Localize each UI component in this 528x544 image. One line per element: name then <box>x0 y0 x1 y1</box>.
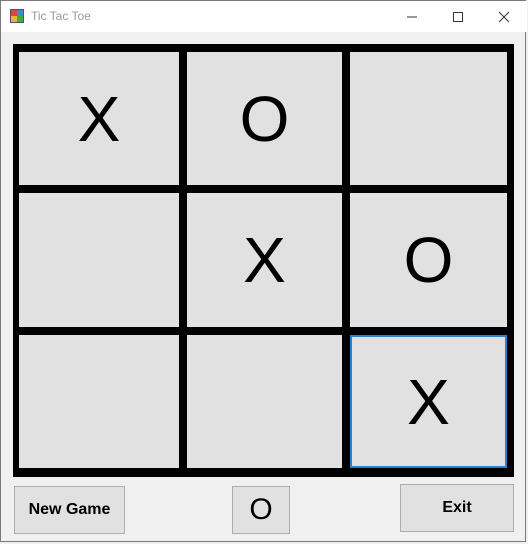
cell-6[interactable] <box>19 335 179 468</box>
cell-3[interactable] <box>19 193 179 327</box>
app-icon <box>10 9 24 23</box>
cell-8[interactable]: X <box>350 335 507 468</box>
close-icon <box>498 11 510 22</box>
window-title: Tic Tac Toe <box>31 9 91 23</box>
close-button[interactable] <box>481 1 527 32</box>
exit-button[interactable]: Exit <box>400 484 514 532</box>
maximize-icon <box>453 11 463 22</box>
cell-1[interactable]: O <box>187 52 342 185</box>
minimize-button[interactable] <box>389 1 435 32</box>
cell-2[interactable] <box>350 52 507 185</box>
cell-7[interactable] <box>187 335 342 468</box>
maximize-button[interactable] <box>435 1 481 32</box>
current-turn-button[interactable]: O <box>232 486 290 534</box>
title-bar[interactable]: Tic Tac Toe <box>1 1 527 32</box>
cell-5[interactable]: O <box>350 193 507 327</box>
new-game-button[interactable]: New Game <box>14 486 125 534</box>
cell-0[interactable]: X <box>19 52 179 185</box>
game-board: X O X O X <box>13 44 514 477</box>
app-window: Tic Tac Toe X O X O X New Game O Exit <box>0 0 527 542</box>
minimize-icon <box>407 16 417 17</box>
cell-4[interactable]: X <box>187 193 342 327</box>
